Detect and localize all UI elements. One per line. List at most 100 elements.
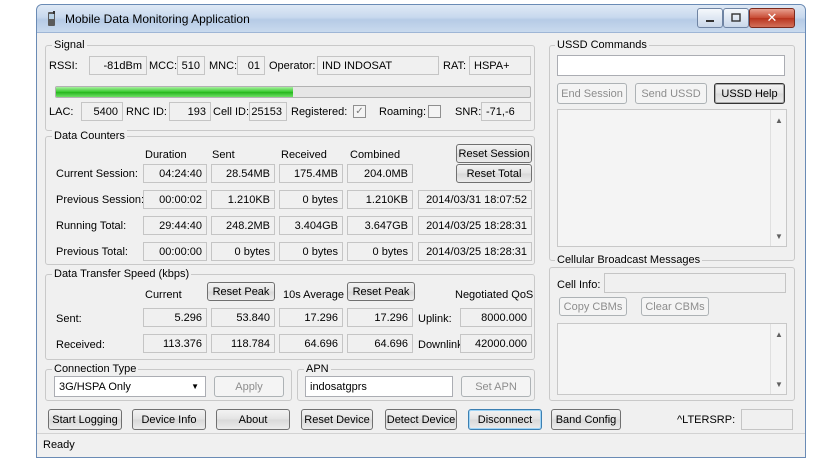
connection-type-dropdown[interactable]: 3G/HSPA Only ▼ bbox=[54, 376, 206, 397]
roaming-checkbox[interactable] bbox=[428, 105, 441, 118]
roaming-label: Roaming: bbox=[379, 106, 427, 118]
clear-cbms-button[interactable]: Clear CBMs bbox=[641, 297, 709, 316]
running-total-date: 2014/03/25 18:28:31 bbox=[418, 216, 532, 235]
downlink-label: Downlink: bbox=[418, 339, 466, 351]
lac-field: 5400 bbox=[81, 102, 123, 121]
mnc-field: 01 bbox=[237, 56, 265, 75]
reset-session-button[interactable]: Reset Session bbox=[456, 144, 532, 163]
running-total-received: 3.404GB bbox=[279, 216, 343, 235]
signal-strength-fill bbox=[56, 87, 293, 97]
disconnect-button[interactable]: Disconnect bbox=[468, 409, 542, 430]
recv-avg: 64.696 bbox=[279, 334, 343, 353]
rnc-label: RNC ID: bbox=[126, 106, 167, 118]
current-column-label: Current bbox=[145, 289, 182, 301]
apn-label: APN bbox=[304, 363, 331, 375]
current-combined: 204.0MB bbox=[347, 164, 413, 183]
maximize-button[interactable] bbox=[723, 8, 749, 28]
scroll-up-icon[interactable]: ▲ bbox=[771, 326, 787, 342]
current-duration: 04:24:40 bbox=[143, 164, 207, 183]
col-sent: Sent bbox=[212, 149, 235, 161]
scroll-up-icon[interactable]: ▲ bbox=[771, 112, 787, 128]
reset-peak-button-2[interactable]: Reset Peak bbox=[347, 282, 415, 301]
current-sent: 28.54MB bbox=[211, 164, 275, 183]
snr-field: -71,-6 bbox=[481, 102, 531, 121]
snr-label: SNR: bbox=[455, 106, 482, 118]
recv-current: 113.376 bbox=[143, 334, 207, 353]
cbm-scrollbar[interactable]: ▲ ▼ bbox=[770, 324, 786, 394]
cbm-message-area[interactable]: ▲ ▼ bbox=[557, 323, 787, 395]
mcc-label: MCC: bbox=[149, 60, 178, 72]
cell-info-field bbox=[604, 273, 786, 293]
recv-peak-avg: 64.696 bbox=[347, 334, 413, 353]
previous-session-combined: 1.210KB bbox=[347, 190, 413, 209]
app-window: Mobile Data Monitoring Application ✕ Sig… bbox=[36, 4, 806, 458]
end-session-button[interactable]: End Session bbox=[557, 83, 627, 104]
running-total-combined: 3.647GB bbox=[347, 216, 413, 235]
recv-peak: 118.784 bbox=[211, 334, 275, 353]
mnc-label: MNC: bbox=[209, 60, 238, 72]
rat-field: HSPA+ bbox=[469, 56, 531, 75]
send-ussd-button[interactable]: Send USSD bbox=[635, 83, 707, 104]
status-bar: Ready bbox=[37, 433, 805, 457]
operator-label: Operator: bbox=[269, 60, 316, 72]
ussd-scrollbar[interactable]: ▲ ▼ bbox=[770, 110, 786, 246]
chevron-down-icon: ▼ bbox=[191, 382, 199, 391]
previous-session-date: 2014/03/31 18:07:52 bbox=[418, 190, 532, 209]
previous-total-date: 2014/03/25 18:28:31 bbox=[418, 242, 532, 261]
previous-session-duration: 00:00:02 bbox=[143, 190, 207, 209]
running-total-duration: 29:44:40 bbox=[143, 216, 207, 235]
reset-device-button[interactable]: Reset Device bbox=[301, 409, 373, 430]
rat-label: RAT: bbox=[443, 60, 467, 72]
col-received: Received bbox=[281, 149, 327, 161]
minimize-button[interactable] bbox=[697, 8, 723, 28]
signal-strength-bar bbox=[55, 86, 531, 98]
downlink-field: 42000.000 bbox=[460, 334, 532, 353]
sent-current: 5.296 bbox=[143, 308, 207, 327]
apn-input[interactable]: indosatgprs bbox=[305, 376, 453, 397]
row-current-session-label: Current Session: bbox=[56, 168, 138, 180]
rnc-field: 193 bbox=[169, 102, 211, 121]
avg-column-label: 10s Average bbox=[283, 289, 344, 301]
set-apn-button[interactable]: Set APN bbox=[461, 376, 531, 397]
apply-button[interactable]: Apply bbox=[214, 376, 284, 397]
operator-field: IND INDOSAT bbox=[317, 56, 439, 75]
connection-type-value: 3G/HSPA Only bbox=[59, 380, 131, 393]
previous-total-duration: 00:00:00 bbox=[143, 242, 207, 261]
lterstrp-label: ^LTERSRP: bbox=[677, 414, 736, 426]
data-counters-label: Data Counters bbox=[52, 130, 127, 142]
registered-label: Registered: bbox=[291, 106, 348, 118]
ussd-group-label: USSD Commands bbox=[555, 39, 649, 51]
running-total-sent: 248.2MB bbox=[211, 216, 275, 235]
device-info-button[interactable]: Device Info bbox=[132, 409, 206, 430]
copy-cbms-button[interactable]: Copy CBMs bbox=[559, 297, 627, 316]
scroll-down-icon[interactable]: ▼ bbox=[771, 228, 787, 244]
sent-peak: 53.840 bbox=[211, 308, 275, 327]
ussd-input[interactable] bbox=[557, 55, 785, 76]
previous-total-received: 0 bytes bbox=[279, 242, 343, 261]
ussd-response-area[interactable]: ▲ ▼ bbox=[557, 109, 787, 247]
band-config-button[interactable]: Band Config bbox=[551, 409, 621, 430]
scroll-down-icon[interactable]: ▼ bbox=[771, 376, 787, 392]
rssi-label: RSSI: bbox=[49, 60, 78, 72]
title-bar[interactable]: Mobile Data Monitoring Application ✕ bbox=[37, 5, 805, 33]
window-title: Mobile Data Monitoring Application bbox=[65, 12, 250, 26]
col-duration: Duration bbox=[145, 149, 187, 161]
ussd-help-button[interactable]: USSD Help bbox=[714, 83, 785, 104]
row-previous-session-label: Previous Session: bbox=[56, 194, 145, 206]
cell-id-label: Cell ID: bbox=[213, 106, 250, 118]
previous-total-combined: 0 bytes bbox=[347, 242, 413, 261]
about-button[interactable]: About bbox=[216, 409, 290, 430]
sent-avg: 17.296 bbox=[279, 308, 343, 327]
minimize-icon bbox=[706, 20, 714, 22]
reset-total-button[interactable]: Reset Total bbox=[456, 164, 532, 183]
registered-checkbox[interactable]: ✓ bbox=[353, 105, 366, 118]
rssi-field: -81dBm bbox=[89, 56, 147, 75]
close-icon: ✕ bbox=[766, 10, 778, 25]
mcc-field: 510 bbox=[177, 56, 205, 75]
close-button[interactable]: ✕ bbox=[749, 8, 795, 28]
received-label: Received: bbox=[56, 339, 105, 351]
start-logging-button[interactable]: Start Logging bbox=[48, 409, 122, 430]
reset-peak-button-1[interactable]: Reset Peak bbox=[207, 282, 275, 301]
sent-label: Sent: bbox=[56, 313, 82, 325]
detect-device-button[interactable]: Detect Device bbox=[385, 409, 457, 430]
